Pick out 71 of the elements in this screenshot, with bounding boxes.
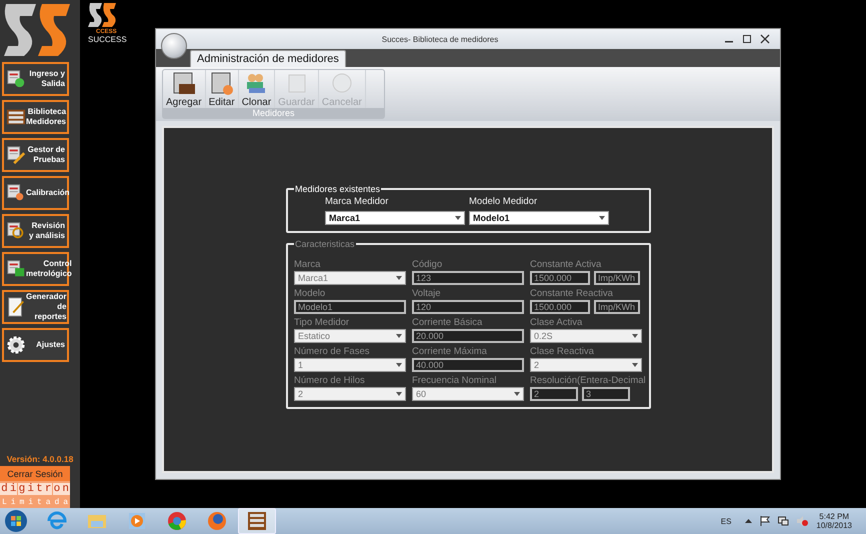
logo-drawing xyxy=(2,2,72,58)
clock-date: 10/8/2013 xyxy=(816,521,852,530)
version-label: Versión: 4.0.0.18 xyxy=(6,454,74,464)
sidebar-item[interactable]: Biblioteca Medidores xyxy=(2,100,69,134)
dropdown-caret-icon xyxy=(396,363,402,367)
meter-icon xyxy=(6,183,26,203)
field-label: Voltaje xyxy=(412,288,442,299)
field-label: Corriente Básica xyxy=(412,317,484,328)
bookshelf-icon xyxy=(6,107,26,127)
dropdown-field[interactable]: Modelo1 xyxy=(469,211,609,225)
speaker-muted-icon[interactable] xyxy=(797,516,808,526)
magnifier-icon xyxy=(6,221,26,241)
meter-chart-icon xyxy=(6,259,26,279)
dropdown-caret-icon xyxy=(514,392,520,396)
field-label: Código xyxy=(412,259,444,270)
field-label: Frecuencia Nominal xyxy=(412,375,498,386)
dropdown-caret-icon xyxy=(396,276,402,280)
caret-icon[interactable] xyxy=(745,518,752,524)
edit-meter-icon xyxy=(208,72,235,96)
dropdown-caret-icon xyxy=(455,216,461,220)
app-label: SUCCESS xyxy=(88,35,127,44)
browser-circle-icon xyxy=(165,509,189,533)
dropdown-caret-icon xyxy=(599,216,605,220)
field-label: Clase Activa xyxy=(530,317,584,328)
group-label: Medidores xyxy=(252,108,295,118)
flag-icon[interactable] xyxy=(760,516,770,526)
add-meter-icon xyxy=(170,72,197,96)
clock-time: 5:42 PM xyxy=(819,512,850,521)
field-label: Marca Medidor xyxy=(325,196,390,207)
sidebar-item[interactable]: Gestor de Pruebas xyxy=(2,138,69,172)
field-label: Número de Hilos xyxy=(294,375,366,386)
gear-icon xyxy=(6,335,26,355)
field-label: Modelo Medidor xyxy=(469,196,538,207)
field-label: Modelo xyxy=(294,288,326,299)
dropdown-caret-icon xyxy=(632,334,638,338)
bookshelf-icon xyxy=(245,509,269,533)
meter-check-icon xyxy=(6,69,26,89)
taskbar-app[interactable] xyxy=(238,508,276,534)
dropdown-caret-icon xyxy=(396,334,402,338)
company-logo: d i g i t r o n L i m i t a d a xyxy=(0,481,70,508)
ribbon-button[interactable]: Editar xyxy=(206,70,239,108)
dropdown-caret-icon xyxy=(396,392,402,396)
maximize-icon[interactable] xyxy=(742,34,752,44)
network-icon[interactable] xyxy=(778,516,790,526)
ribbon-tab[interactable]: Administración de medidores xyxy=(190,50,346,67)
field-label: Corriente Máxima xyxy=(412,346,488,357)
field-label: Constante Reactiva xyxy=(530,288,614,299)
application-orb[interactable] xyxy=(161,33,187,59)
sidebar-item[interactable]: Ajustes xyxy=(2,328,69,362)
group-title: Caracteristicas xyxy=(294,239,356,249)
sidebar-item[interactable]: Revisión y análisis xyxy=(2,214,69,248)
field-label: Número de Fases xyxy=(294,346,371,357)
field-label: Marca xyxy=(294,259,322,270)
close-icon[interactable] xyxy=(760,34,770,44)
window-title: Succes- Biblioteca de medidores xyxy=(380,34,500,44)
field-label: Clase Reactiva xyxy=(530,346,595,357)
field-label: Tipo Medidor xyxy=(294,317,350,328)
field-label: Constante Activa xyxy=(530,259,602,270)
logo-drawing xyxy=(88,3,118,27)
sidebar-item[interactable]: Ingreso y Salida xyxy=(2,62,69,96)
sidebar-item[interactable]: Generador de reportes xyxy=(2,290,69,324)
dropdown-caret-icon xyxy=(632,363,638,367)
logout-button[interactable]: Cerrar Sesión xyxy=(0,466,70,481)
browser-fox-icon xyxy=(205,509,229,533)
start-button[interactable] xyxy=(4,509,28,533)
dropdown-field[interactable]: Marca1 xyxy=(325,211,465,225)
document-pencil-icon xyxy=(6,297,26,317)
meter-pencil-icon xyxy=(6,145,26,165)
group-title: Medidores existentes xyxy=(294,184,382,194)
ribbon-button[interactable]: Agregar xyxy=(163,70,206,108)
language-indicator[interactable]: ES xyxy=(720,516,732,526)
